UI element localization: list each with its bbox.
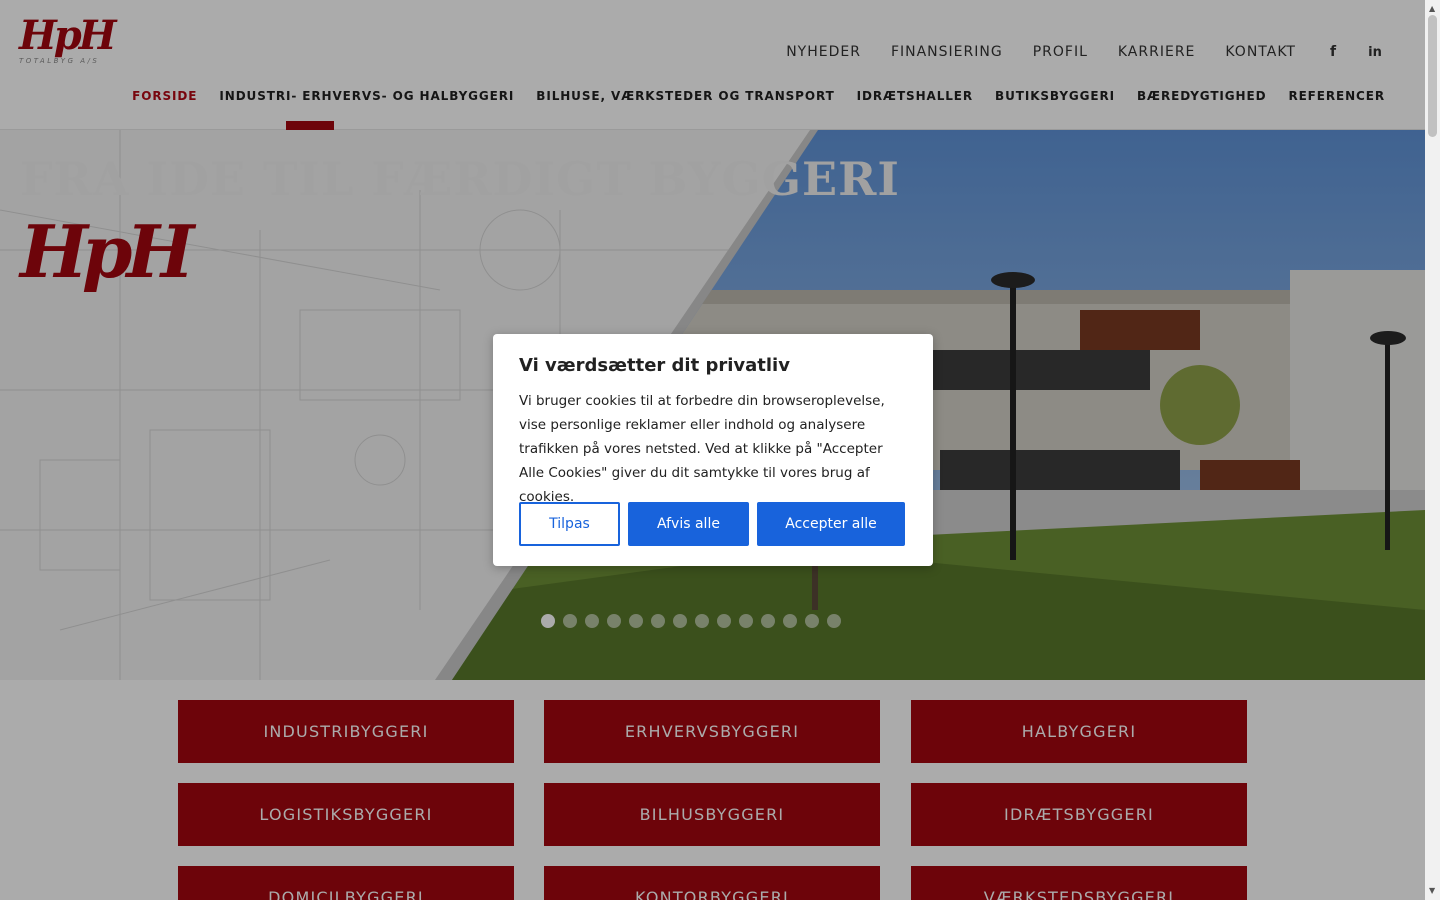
customize-button[interactable]: Tilpas [519, 502, 620, 546]
cookie-consent-dialog: Vi værdsætter dit privatliv Vi bruger co… [493, 334, 933, 566]
cookie-dialog-text: Vi bruger cookies til at forbedre din br… [519, 393, 885, 505]
scroll-thumb[interactable] [1428, 15, 1437, 137]
scroll-down-arrow-icon[interactable]: ▼ [1429, 886, 1435, 895]
reject-all-button[interactable]: Afvis alle [628, 502, 749, 546]
accept-all-button[interactable]: Accepter alle [757, 502, 905, 546]
page-scrollbar[interactable]: ▲ ▼ [1425, 0, 1440, 900]
cookie-dialog-actions: Tilpas Afvis alle Accepter alle [519, 502, 905, 546]
cookie-dialog-title: Vi værdsætter dit privatliv [519, 355, 790, 376]
scroll-up-arrow-icon[interactable]: ▲ [1429, 4, 1435, 13]
